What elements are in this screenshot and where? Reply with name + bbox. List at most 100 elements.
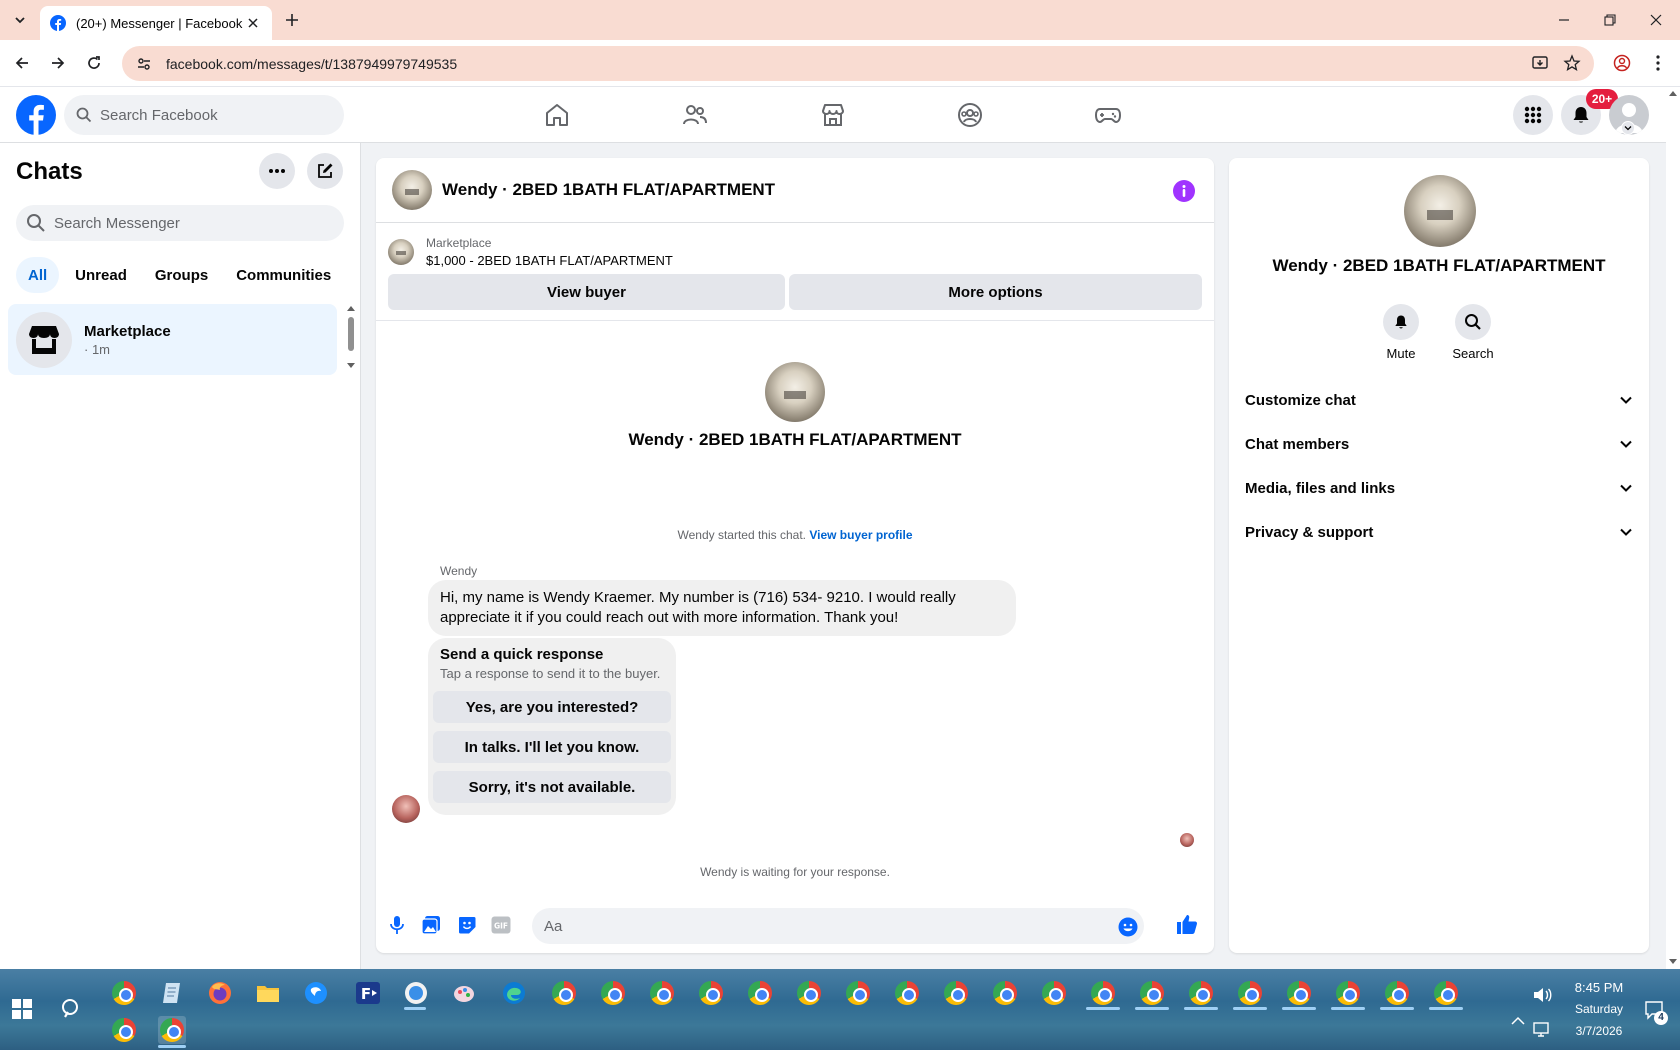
gif-icon[interactable]: GIF	[490, 914, 512, 936]
privacy-support-section[interactable]: Privacy & support	[1245, 510, 1633, 554]
mute-action[interactable]: Mute	[1371, 304, 1431, 361]
friends-icon[interactable]	[677, 97, 713, 133]
chrome-taskbar-icon[interactable]	[1187, 979, 1215, 1007]
messenger-search-input[interactable]: Search Messenger	[16, 205, 344, 241]
conversation-info-icon[interactable]	[1173, 180, 1195, 202]
browser-menu-icon[interactable]	[1647, 52, 1669, 74]
search-icon[interactable]	[1455, 304, 1491, 340]
chat-options-ellipsis-icon[interactable]	[259, 153, 295, 189]
voice-clip-microphone-icon[interactable]	[386, 914, 408, 936]
site-settings-icon[interactable]	[134, 54, 154, 74]
groups-icon[interactable]	[952, 97, 988, 133]
chrome-taskbar-icon[interactable]	[1138, 979, 1166, 1007]
quick-reply-not-available-button[interactable]: Sorry, it's not available.	[433, 771, 671, 803]
attach-photo-icon[interactable]	[420, 914, 442, 936]
tab-search-chevron-icon[interactable]	[8, 8, 32, 32]
chrome-taskbar-icon[interactable]	[991, 979, 1019, 1007]
chrome-taskbar-icon[interactable]	[1383, 979, 1411, 1007]
sender-avatar[interactable]	[392, 795, 420, 823]
chrome-taskbar-icon[interactable]	[942, 979, 970, 1007]
firefox-taskbar-icon[interactable]	[206, 979, 234, 1007]
volume-speaker-icon[interactable]	[1528, 981, 1556, 1009]
chrome-taskbar-icon[interactable]	[844, 979, 872, 1007]
more-options-button[interactable]: More options	[789, 274, 1202, 310]
chat-app-taskbar-icon[interactable]	[402, 979, 430, 1007]
chat-members-section[interactable]: Chat members	[1245, 422, 1633, 466]
page-scrollbar[interactable]	[1666, 87, 1680, 969]
chrome-taskbar-icon[interactable]	[550, 979, 578, 1007]
chrome-taskbar-icon[interactable]	[697, 979, 725, 1007]
network-icon[interactable]	[1528, 1016, 1556, 1044]
view-buyer-button[interactable]: View buyer	[388, 274, 785, 310]
close-window-icon[interactable]	[1644, 8, 1668, 32]
chrome-taskbar-icon[interactable]	[795, 979, 823, 1007]
clock-time[interactable]: 8:45 PM	[1558, 980, 1640, 995]
account-chevron-down-icon[interactable]	[1621, 121, 1635, 135]
notepad-taskbar-icon[interactable]	[158, 979, 186, 1007]
install-app-icon[interactable]	[1529, 52, 1551, 74]
quick-reply-interested-button[interactable]: Yes, are you interested?	[433, 691, 671, 723]
mute-bell-icon[interactable]	[1383, 304, 1419, 340]
browser-tab[interactable]: (20+) Messenger | Facebook	[40, 6, 272, 40]
customize-chat-section[interactable]: Customize chat	[1245, 378, 1633, 422]
media-files-links-section[interactable]: Media, files and links	[1245, 466, 1633, 510]
new-message-compose-icon[interactable]	[307, 153, 343, 189]
sidebar-scrollbar[interactable]	[345, 303, 357, 373]
clock-day[interactable]: Saturday	[1558, 1002, 1640, 1016]
app-taskbar-icon[interactable]	[302, 979, 330, 1007]
conversation-title[interactable]: Wendy · 2BED 1BATH FLAT/APARTMENT	[442, 180, 775, 200]
chrome-taskbar-icon[interactable]	[1236, 979, 1264, 1007]
chrome-taskbar-icon[interactable]	[1089, 979, 1117, 1007]
emoji-smiley-icon[interactable]	[1118, 917, 1138, 937]
profile-icon[interactable]	[1611, 52, 1633, 74]
conversation-avatar[interactable]	[392, 170, 432, 210]
chrome-taskbar-icon[interactable]	[110, 1016, 138, 1044]
chrome-taskbar-icon[interactable]	[1432, 979, 1460, 1007]
sticker-icon[interactable]	[456, 914, 478, 936]
chrome-taskbar-icon[interactable]	[648, 979, 676, 1007]
new-tab-plus-icon[interactable]	[282, 10, 302, 30]
filter-groups[interactable]: Groups	[143, 257, 220, 293]
minimize-window-icon[interactable]	[1552, 8, 1576, 32]
restore-window-icon[interactable]	[1598, 8, 1622, 32]
paint-app-taskbar-icon[interactable]	[450, 979, 478, 1007]
chrome-taskbar-icon[interactable]	[893, 979, 921, 1007]
details-avatar[interactable]	[1404, 175, 1476, 247]
message-input[interactable]: Aa	[532, 908, 1144, 944]
file-explorer-taskbar-icon[interactable]	[254, 979, 282, 1007]
address-bar[interactable]: facebook.com/messages/t/1387949979749535	[122, 46, 1594, 81]
marketplace-icon[interactable]	[815, 97, 851, 133]
listing-thumbnail[interactable]	[388, 239, 414, 265]
chrome-taskbar-icon[interactable]	[746, 979, 774, 1007]
search-in-conversation-action[interactable]: Search	[1443, 304, 1503, 361]
chrome-taskbar-icon[interactable]	[599, 979, 627, 1007]
facebook-search-input[interactable]: Search Facebook	[64, 95, 344, 135]
filter-all[interactable]: All	[16, 257, 60, 293]
reload-icon[interactable]	[82, 51, 106, 75]
like-thumbs-up-icon[interactable]	[1176, 913, 1198, 935]
chrome-taskbar-icon[interactable]	[1334, 979, 1362, 1007]
bookmark-star-icon[interactable]	[1561, 52, 1583, 74]
taskbar-search-icon[interactable]	[58, 995, 86, 1023]
menu-grid-icon[interactable]	[1513, 95, 1553, 135]
chrome-taskbar-icon[interactable]	[1285, 979, 1313, 1007]
facebook-logo-icon[interactable]	[16, 95, 56, 135]
close-tab-icon[interactable]	[244, 14, 262, 32]
home-icon[interactable]	[539, 97, 575, 133]
view-buyer-profile-link[interactable]: View buyer profile	[809, 528, 912, 542]
windows-start-icon[interactable]	[8, 995, 36, 1023]
conversation-center-avatar[interactable]	[765, 362, 825, 422]
f-app-taskbar-icon[interactable]: F	[354, 979, 382, 1007]
chrome-active-taskbar-icon[interactable]	[158, 1016, 186, 1044]
quick-reply-in-talks-button[interactable]: In talks. I'll let you know.	[433, 731, 671, 763]
forward-arrow-icon[interactable]	[46, 51, 70, 75]
chrome-taskbar-icon[interactable]	[110, 979, 138, 1007]
filter-unread[interactable]: Unread	[63, 257, 139, 293]
filter-communities[interactable]: Communities	[224, 257, 343, 293]
clock-date[interactable]: 3/7/2026	[1558, 1024, 1640, 1038]
back-arrow-icon[interactable]	[10, 51, 34, 75]
gaming-icon[interactable]	[1090, 97, 1126, 133]
chrome-taskbar-icon[interactable]	[1040, 979, 1068, 1007]
chat-list-item-marketplace[interactable]: Marketplace · 1m	[8, 304, 337, 375]
edge-taskbar-icon[interactable]	[500, 979, 528, 1007]
